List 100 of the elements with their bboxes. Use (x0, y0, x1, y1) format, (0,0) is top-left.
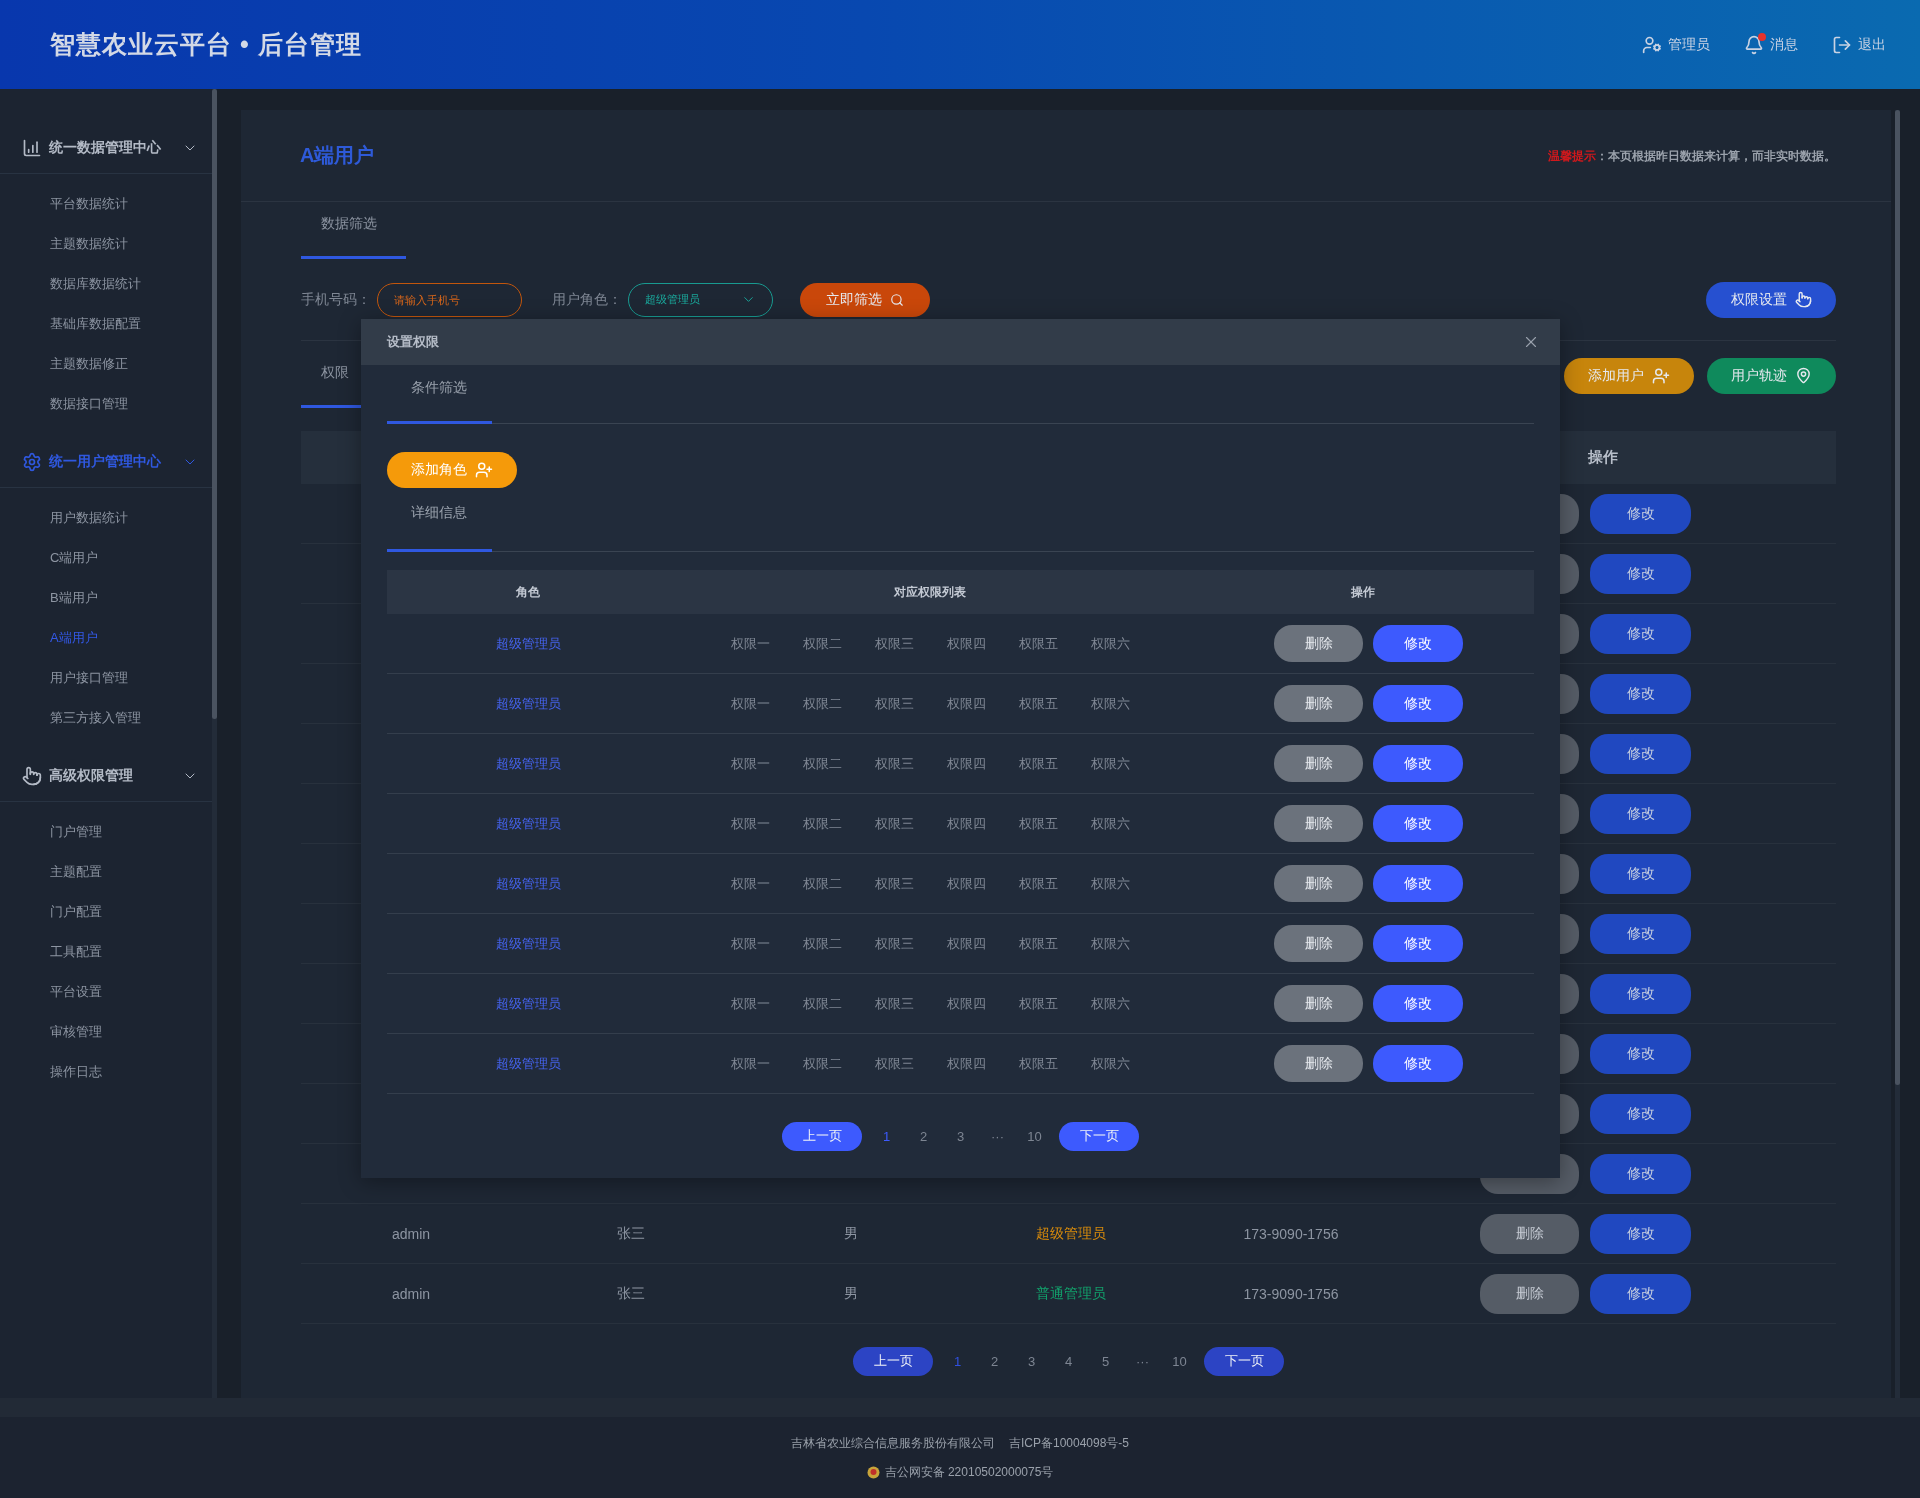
page-number[interactable]: 5 (1087, 1353, 1124, 1369)
sidebar-item[interactable]: 数据接口管理 (0, 384, 212, 424)
scrollbar-thumb[interactable] (212, 89, 217, 719)
bar-chart-icon (22, 137, 42, 158)
next-page-button[interactable]: 下一页 (1059, 1121, 1139, 1151)
sidebar-item[interactable]: 审核管理 (0, 1012, 212, 1052)
sidebar-item[interactable]: A端用户 (0, 618, 212, 658)
role-link[interactable]: 超级管理员 (387, 934, 669, 953)
sidebar-item[interactable]: 工具配置 (0, 932, 212, 972)
sidebar-item[interactable]: 主题配置 (0, 852, 212, 892)
edit-button[interactable]: 修改 (1590, 1093, 1691, 1134)
edit-button[interactable]: 修改 (1590, 793, 1691, 834)
permission-label: 权限四 (946, 694, 986, 713)
role-link[interactable]: 超级管理员 (387, 634, 669, 653)
permission-label: 权限二 (802, 874, 842, 893)
add-user-button[interactable]: 添加用户 (1564, 357, 1694, 394)
sidebar-item[interactable]: 第三方接入管理 (0, 698, 212, 738)
role-link[interactable]: 超级管理员 (387, 694, 669, 713)
role-link[interactable]: 超级管理员 (387, 814, 669, 833)
delete-button[interactable]: 删除 (1274, 685, 1363, 722)
next-page-button[interactable]: 下一页 (1204, 1346, 1284, 1376)
edit-button[interactable]: 修改 (1590, 1153, 1691, 1194)
permission-label: 权限六 (1090, 634, 1130, 653)
permission-label: 权限三 (874, 934, 914, 953)
edit-button[interactable]: 修改 (1590, 973, 1691, 1014)
sidebar-item[interactable]: 门户管理 (0, 812, 212, 852)
role-link[interactable]: 超级管理员 (387, 874, 669, 893)
delete-button[interactable]: 删除 (1274, 985, 1363, 1022)
sidebar-item[interactable]: C端用户 (0, 538, 212, 578)
sidebar-item[interactable]: 操作日志 (0, 1052, 212, 1092)
permission-label: 权限五 (1018, 1054, 1058, 1073)
edit-button[interactable]: 修改 (1373, 805, 1463, 842)
page-number[interactable]: 1 (868, 1128, 905, 1144)
edit-button[interactable]: 修改 (1590, 1033, 1691, 1074)
sidebar-item[interactable]: 主题数据统计 (0, 224, 212, 264)
delete-button[interactable]: 删除 (1274, 745, 1363, 782)
filter-button[interactable]: 立即筛选 (800, 282, 930, 317)
sidebar-item[interactable]: 门户配置 (0, 892, 212, 932)
page-number[interactable]: ··· (979, 1128, 1016, 1144)
edit-button[interactable]: 修改 (1373, 985, 1463, 1022)
edit-button[interactable]: 修改 (1590, 1213, 1691, 1254)
scrollbar-thumb[interactable] (1895, 110, 1900, 1085)
permission-settings-button[interactable]: 权限设置 (1706, 281, 1836, 318)
delete-button[interactable]: 删除 (1274, 1045, 1363, 1082)
prev-page-button[interactable]: 上一页 (782, 1121, 862, 1151)
delete-button[interactable]: 删除 (1274, 625, 1363, 662)
role-link[interactable]: 超级管理员 (387, 1054, 669, 1073)
delete-button[interactable]: 删除 (1274, 865, 1363, 902)
page-number[interactable]: 2 (976, 1353, 1013, 1369)
permission-label: 权限五 (1018, 694, 1058, 713)
page-number[interactable]: 3 (1013, 1353, 1050, 1369)
page-number[interactable]: ··· (1124, 1353, 1161, 1369)
permission-label: 权限四 (946, 934, 986, 953)
edit-button[interactable]: 修改 (1373, 1045, 1463, 1082)
column-header: 操作 (1587, 448, 1619, 467)
edit-button[interactable]: 修改 (1590, 1273, 1691, 1314)
edit-button[interactable]: 修改 (1590, 733, 1691, 774)
track-button[interactable]: 用户轨迹 (1707, 357, 1836, 394)
edit-button[interactable]: 修改 (1373, 745, 1463, 782)
logout-action[interactable]: 退出 (1832, 34, 1886, 55)
pointer-icon (1794, 291, 1812, 308)
sidebar-item[interactable]: 平台设置 (0, 972, 212, 1012)
bell-action[interactable]: 消息 (1744, 34, 1798, 55)
permission-label: 权限三 (874, 634, 914, 653)
sidebar-item[interactable]: 用户数据统计 (0, 498, 212, 538)
delete-button[interactable]: 删除 (1274, 805, 1363, 842)
page-number[interactable]: 10 (1016, 1128, 1053, 1144)
edit-button[interactable]: 修改 (1590, 853, 1691, 894)
sidebar-item[interactable]: 用户接口管理 (0, 658, 212, 698)
edit-button[interactable]: 修改 (1590, 673, 1691, 714)
gear-icon (22, 451, 42, 472)
phone-field[interactable]: 请输入手机号 (377, 282, 522, 317)
tab[interactable]: 数据筛选 (301, 202, 406, 259)
page-number[interactable]: 2 (905, 1128, 942, 1144)
sidebar-item[interactable]: 主题数据修正 (0, 344, 212, 384)
prev-page-button[interactable]: 上一页 (853, 1346, 933, 1376)
delete-button[interactable]: 删除 (1480, 1273, 1579, 1314)
role-link[interactable]: 超级管理员 (387, 754, 669, 773)
edit-button[interactable]: 修改 (1373, 925, 1463, 962)
delete-button[interactable]: 删除 (1274, 925, 1363, 962)
edit-button[interactable]: 修改 (1590, 493, 1691, 534)
tab[interactable]: 详细信息 (387, 489, 492, 552)
sidebar-item[interactable]: B端用户 (0, 578, 212, 618)
delete-button[interactable]: 删除 (1480, 1213, 1579, 1254)
user-action[interactable]: 管理员 (1642, 34, 1710, 55)
edit-button[interactable]: 修改 (1590, 613, 1691, 654)
sidebar-item[interactable]: 数据库数据统计 (0, 264, 212, 304)
page-number[interactable]: 4 (1050, 1353, 1087, 1369)
edit-button[interactable]: 修改 (1373, 685, 1463, 722)
page-number[interactable]: 10 (1161, 1353, 1198, 1369)
edit-button[interactable]: 修改 (1590, 553, 1691, 594)
edit-button[interactable]: 修改 (1373, 625, 1463, 662)
edit-button[interactable]: 修改 (1373, 865, 1463, 902)
page-number[interactable]: 3 (942, 1128, 979, 1144)
edit-button[interactable]: 修改 (1590, 913, 1691, 954)
role-link[interactable]: 超级管理员 (387, 994, 669, 1013)
tab[interactable]: 条件筛选 (387, 366, 492, 424)
sidebar-item[interactable]: 平台数据统计 (0, 184, 212, 224)
sidebar-item[interactable]: 基础库数据配置 (0, 304, 212, 344)
dialog-title: 设置权限 (387, 333, 439, 351)
